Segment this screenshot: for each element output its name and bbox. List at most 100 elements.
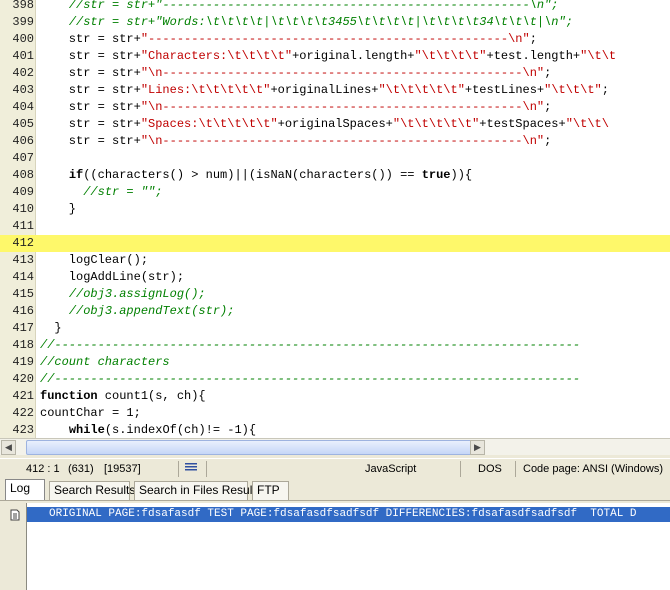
code-string: "\t\t\t\t" (414, 49, 487, 63)
code-text[interactable]: //str = str+"Words:\t\t\t\t|\t\t\t\t3455… (40, 14, 573, 31)
scroll-left-button[interactable]: ◀ (1, 440, 16, 455)
code-text[interactable]: str = str+"Characters:\t\t\t\t"+original… (40, 48, 616, 65)
code-line[interactable]: 411 (0, 218, 670, 235)
code-comment: //str = str+"---------------------------… (68, 0, 559, 12)
code-text[interactable]: } (40, 201, 76, 218)
code-text[interactable]: str = str+"Lines:\t\t\t\t\t"+originalLin… (40, 82, 609, 99)
tab-ftp[interactable]: FTP (252, 481, 289, 500)
code-text[interactable]: function count1(s, ch){ (40, 388, 206, 405)
log-output[interactable]: ORIGINAL PAGE:fdsafasdf TEST PAGE:fdsafa… (26, 503, 670, 590)
line-number: 420 (12, 372, 34, 386)
line-number: 400 (12, 32, 34, 46)
code-text[interactable]: str = str+"\n---------------------------… (40, 99, 552, 116)
code-text[interactable]: logClear(); (40, 252, 148, 269)
code-token: +testSpaces+ (479, 117, 566, 131)
line-number: 417 (12, 321, 34, 335)
code-keyword: if (68, 168, 84, 182)
tab-search-in-files-results[interactable]: Search in Files Results (134, 481, 262, 500)
code-line[interactable]: 414 logAddLine(str); (0, 269, 670, 286)
code-line[interactable]: 409 //str = ""; (0, 184, 670, 201)
code-line[interactable]: 408 if((characters() > num)||(isNaN(char… (0, 167, 670, 184)
code-line[interactable]: 398 //str = str+"-----------------------… (0, 0, 670, 14)
code-string: "Spaces:\t\t\t\t\t" (140, 117, 278, 131)
code-text[interactable]: logAddLine(str); (40, 269, 184, 286)
code-text[interactable]: //--------------------------------------… (40, 337, 580, 354)
code-line[interactable]: 406 str = str+"\n-----------------------… (0, 133, 670, 150)
code-keyword: function (40, 389, 98, 403)
code-line[interactable]: 415 //obj3.assignLog(); (0, 286, 670, 303)
code-line[interactable]: 422 countChar = 1; (0, 405, 670, 422)
code-token: countChar = 1; (40, 406, 141, 420)
code-editor[interactable]: 398 //str = str+"-----------------------… (0, 0, 670, 438)
code-line[interactable]: 420 //-----------------------------------… (0, 371, 670, 388)
code-line[interactable]: 413 logClear(); (0, 252, 670, 269)
code-token: ; (544, 134, 552, 148)
code-line[interactable]: 400 str = str+"-------------------------… (0, 31, 670, 48)
code-text[interactable]: //obj3.appendText(str); (40, 303, 235, 320)
code-text[interactable]: if((characters() > num)||(isNaN(characte… (40, 167, 472, 184)
code-line[interactable]: 403 str = str+"Lines:\t\t\t\t\t"+origina… (0, 82, 670, 99)
code-line[interactable]: 402 str = str+"\n-----------------------… (0, 65, 670, 82)
syntax-mode[interactable]: JavaScript (365, 461, 416, 477)
code-text[interactable]: //obj3.assignLog(); (40, 286, 206, 303)
byte-count: [19537] (104, 463, 141, 475)
code-line[interactable]: 405 str = str+"Spaces:\t\t\t\t\t"+origin… (0, 116, 670, 133)
code-token: str = str+ (40, 32, 141, 46)
line-number: 406 (12, 134, 34, 148)
code-line[interactable]: 416 //obj3.appendText(str); (0, 303, 670, 320)
code-line[interactable]: 404 str = str+"\n-----------------------… (0, 99, 670, 116)
code-token: str = str+ (40, 134, 141, 148)
code-line[interactable]: 412 (0, 235, 670, 252)
code-text[interactable]: str = str+"Spaces:\t\t\t\t\t"+originalSp… (40, 116, 609, 133)
code-line[interactable]: 419 //count characters (0, 354, 670, 371)
code-line[interactable]: 417 } (0, 320, 670, 337)
status-separator (206, 461, 207, 477)
line-endings[interactable]: DOS (478, 461, 502, 477)
status-separator (515, 461, 516, 477)
tab-log[interactable]: Log (5, 479, 45, 500)
code-comment: //str = ""; (83, 185, 163, 199)
horizontal-scrollbar[interactable]: ◀ ▶ (0, 438, 670, 455)
scroll-right-button[interactable]: ▶ (470, 440, 485, 455)
code-line[interactable]: 399 //str = str+"Words:\t\t\t\t|\t\t\t\t… (0, 14, 670, 31)
code-text[interactable]: countChar = 1; (40, 405, 141, 422)
line-number: 414 (12, 270, 34, 284)
code-text[interactable]: str = str+"\n---------------------------… (40, 65, 552, 82)
code-line[interactable]: 418 //-----------------------------------… (0, 337, 670, 354)
code-comment: //--------------------------------------… (40, 338, 581, 352)
code-text[interactable]: //str = str+"---------------------------… (40, 0, 559, 14)
code-text[interactable]: while(s.indexOf(ch)!= -1){ (40, 422, 256, 438)
output-tabs: Log Search Results Search in Files Resul… (0, 478, 670, 500)
line-number: 402 (12, 66, 34, 80)
line-number: 407 (12, 151, 34, 165)
code-token: str = str+ (40, 49, 141, 63)
line-number: 409 (12, 185, 34, 199)
scrollbar-thumb[interactable] (26, 440, 484, 455)
code-comment: //str = str+"Words:\t\t\t\t|\t\t\t\t3455… (68, 15, 573, 29)
code-string: "\t\t\t\t\t" (392, 117, 480, 131)
code-line[interactable]: 401 str = str+"Characters:\t\t\t\t"+orig… (0, 48, 670, 65)
code-line[interactable]: 410 } (0, 201, 670, 218)
code-token: ; (529, 32, 537, 46)
code-line[interactable]: 423 while(s.indexOf(ch)!= -1){ (0, 422, 670, 438)
code-text[interactable]: //count characters (40, 354, 170, 371)
log-line[interactable]: ORIGINAL PAGE:fdsafasdf TEST PAGE:fdsafa… (27, 507, 670, 522)
wrap-icon[interactable] (184, 461, 200, 477)
document-icon[interactable] (9, 508, 21, 521)
code-text[interactable]: //str = ""; (40, 184, 162, 201)
code-text[interactable]: } (40, 320, 61, 337)
tab-search-results[interactable]: Search Results (49, 481, 135, 500)
code-text[interactable]: str = str+"-----------------------------… (40, 31, 537, 48)
code-line[interactable]: 407 (0, 150, 670, 167)
code-text[interactable]: str = str+"\n---------------------------… (40, 133, 552, 150)
line-number: 401 (12, 49, 34, 63)
code-comment: //count characters (40, 355, 170, 369)
code-text[interactable]: //--------------------------------------… (40, 371, 580, 388)
codepage[interactable]: Code page: ANSI (Windows) (523, 461, 663, 477)
code-line[interactable]: 421 function count1(s, ch){ (0, 388, 670, 405)
